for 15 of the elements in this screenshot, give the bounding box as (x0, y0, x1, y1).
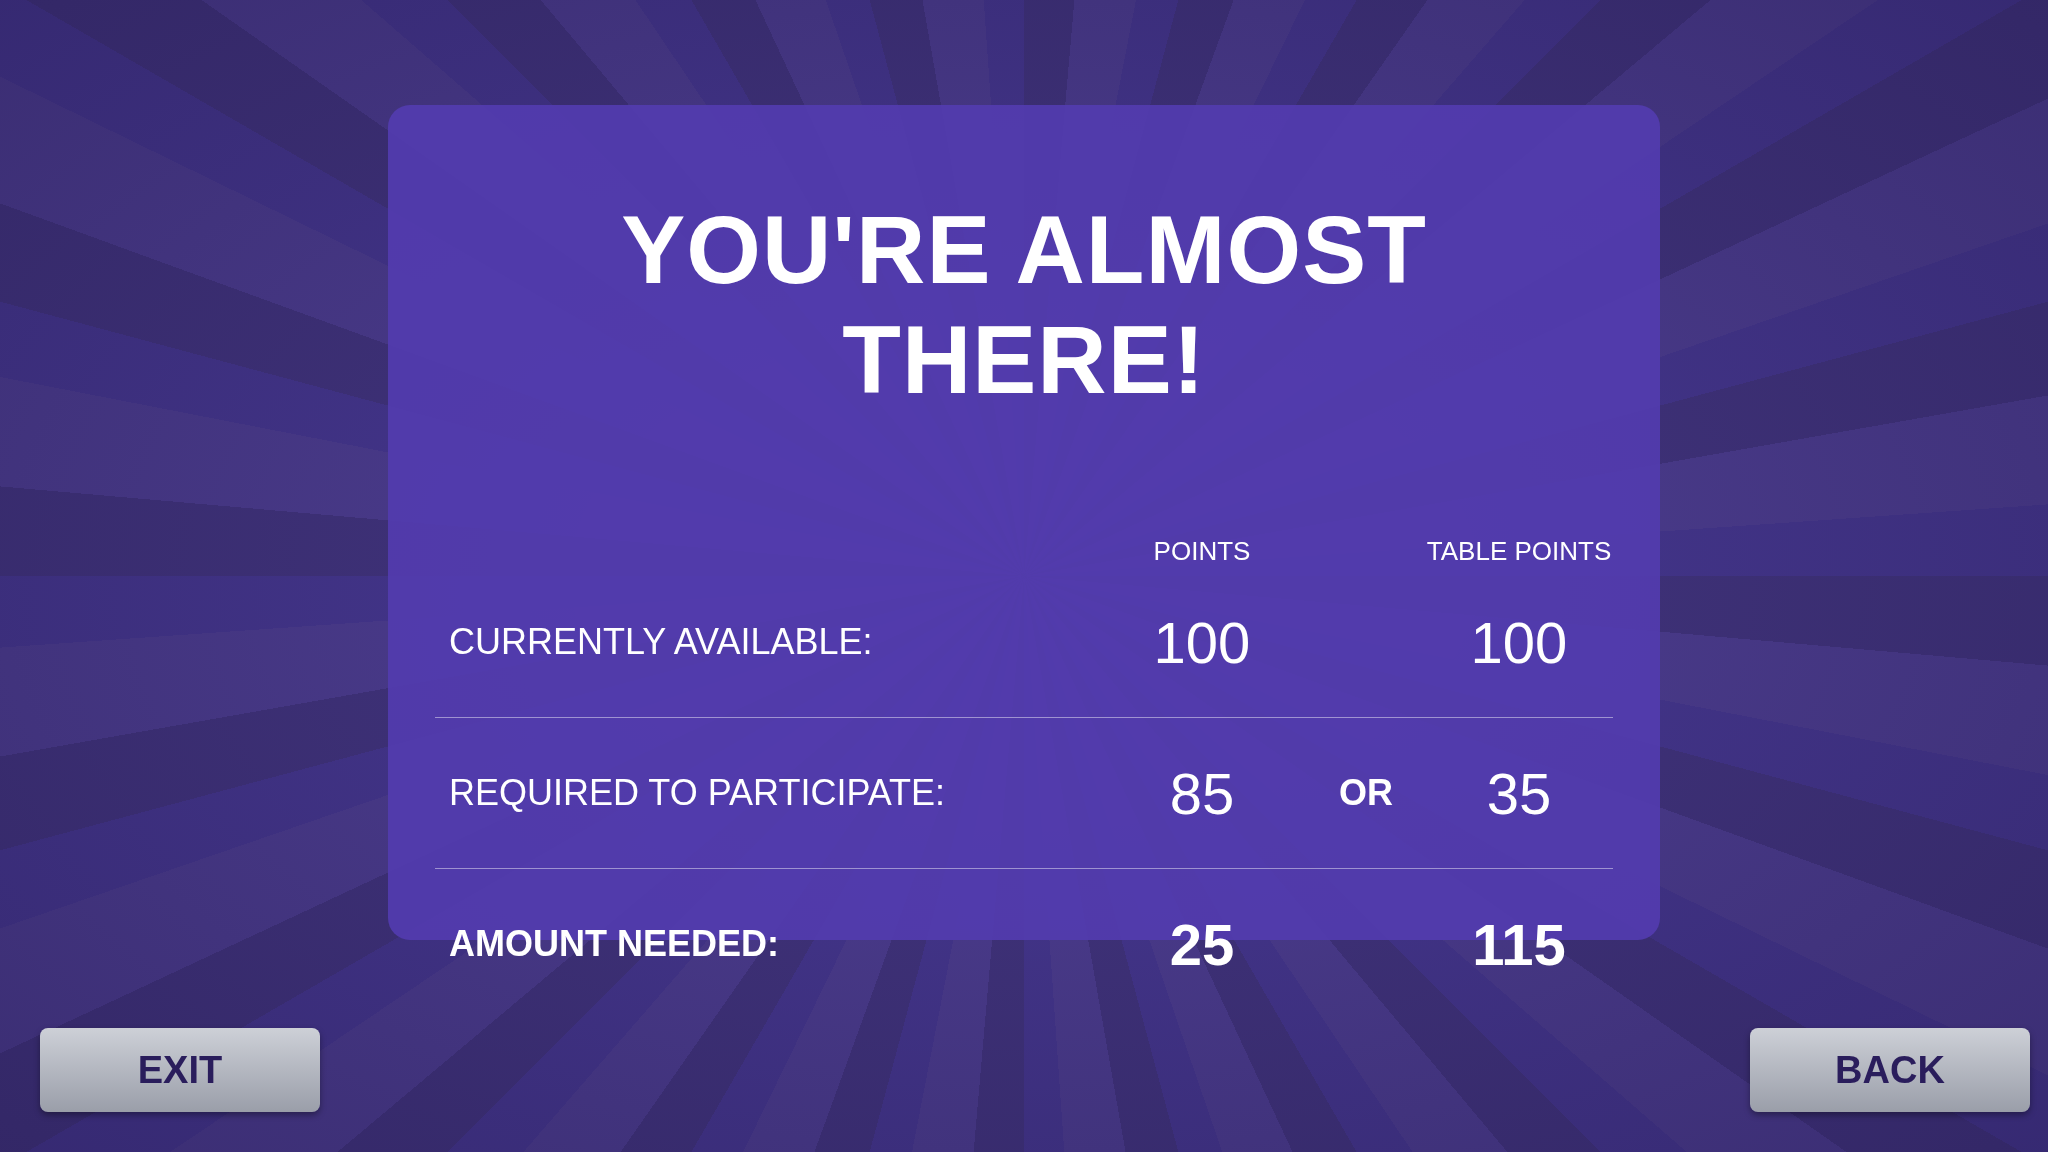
points-value: 100 (1153, 608, 1251, 676)
row-label: AMOUNT NEEDED: (448, 923, 779, 965)
exit-button[interactable]: EXIT (40, 1028, 320, 1112)
table-points-value: 115 (1472, 910, 1566, 978)
points-value: 25 (1169, 910, 1235, 978)
or-label: OR (1339, 772, 1393, 813)
table-points-value: 100 (1470, 608, 1568, 676)
points-value: 85 (1169, 759, 1235, 827)
card-title: YOU'RE ALMOST THERE! (620, 195, 1428, 415)
back-button[interactable]: BACK (1750, 1028, 2030, 1112)
row-label: REQUIRED TO PARTICIPATE: (448, 772, 946, 814)
column-header: TABLE POINTS (1426, 535, 1612, 567)
column-header: POINTS (1153, 535, 1251, 567)
table-points-value: 35 (1486, 759, 1552, 827)
row-label: CURRENTLY AVAILABLE: (448, 621, 873, 663)
